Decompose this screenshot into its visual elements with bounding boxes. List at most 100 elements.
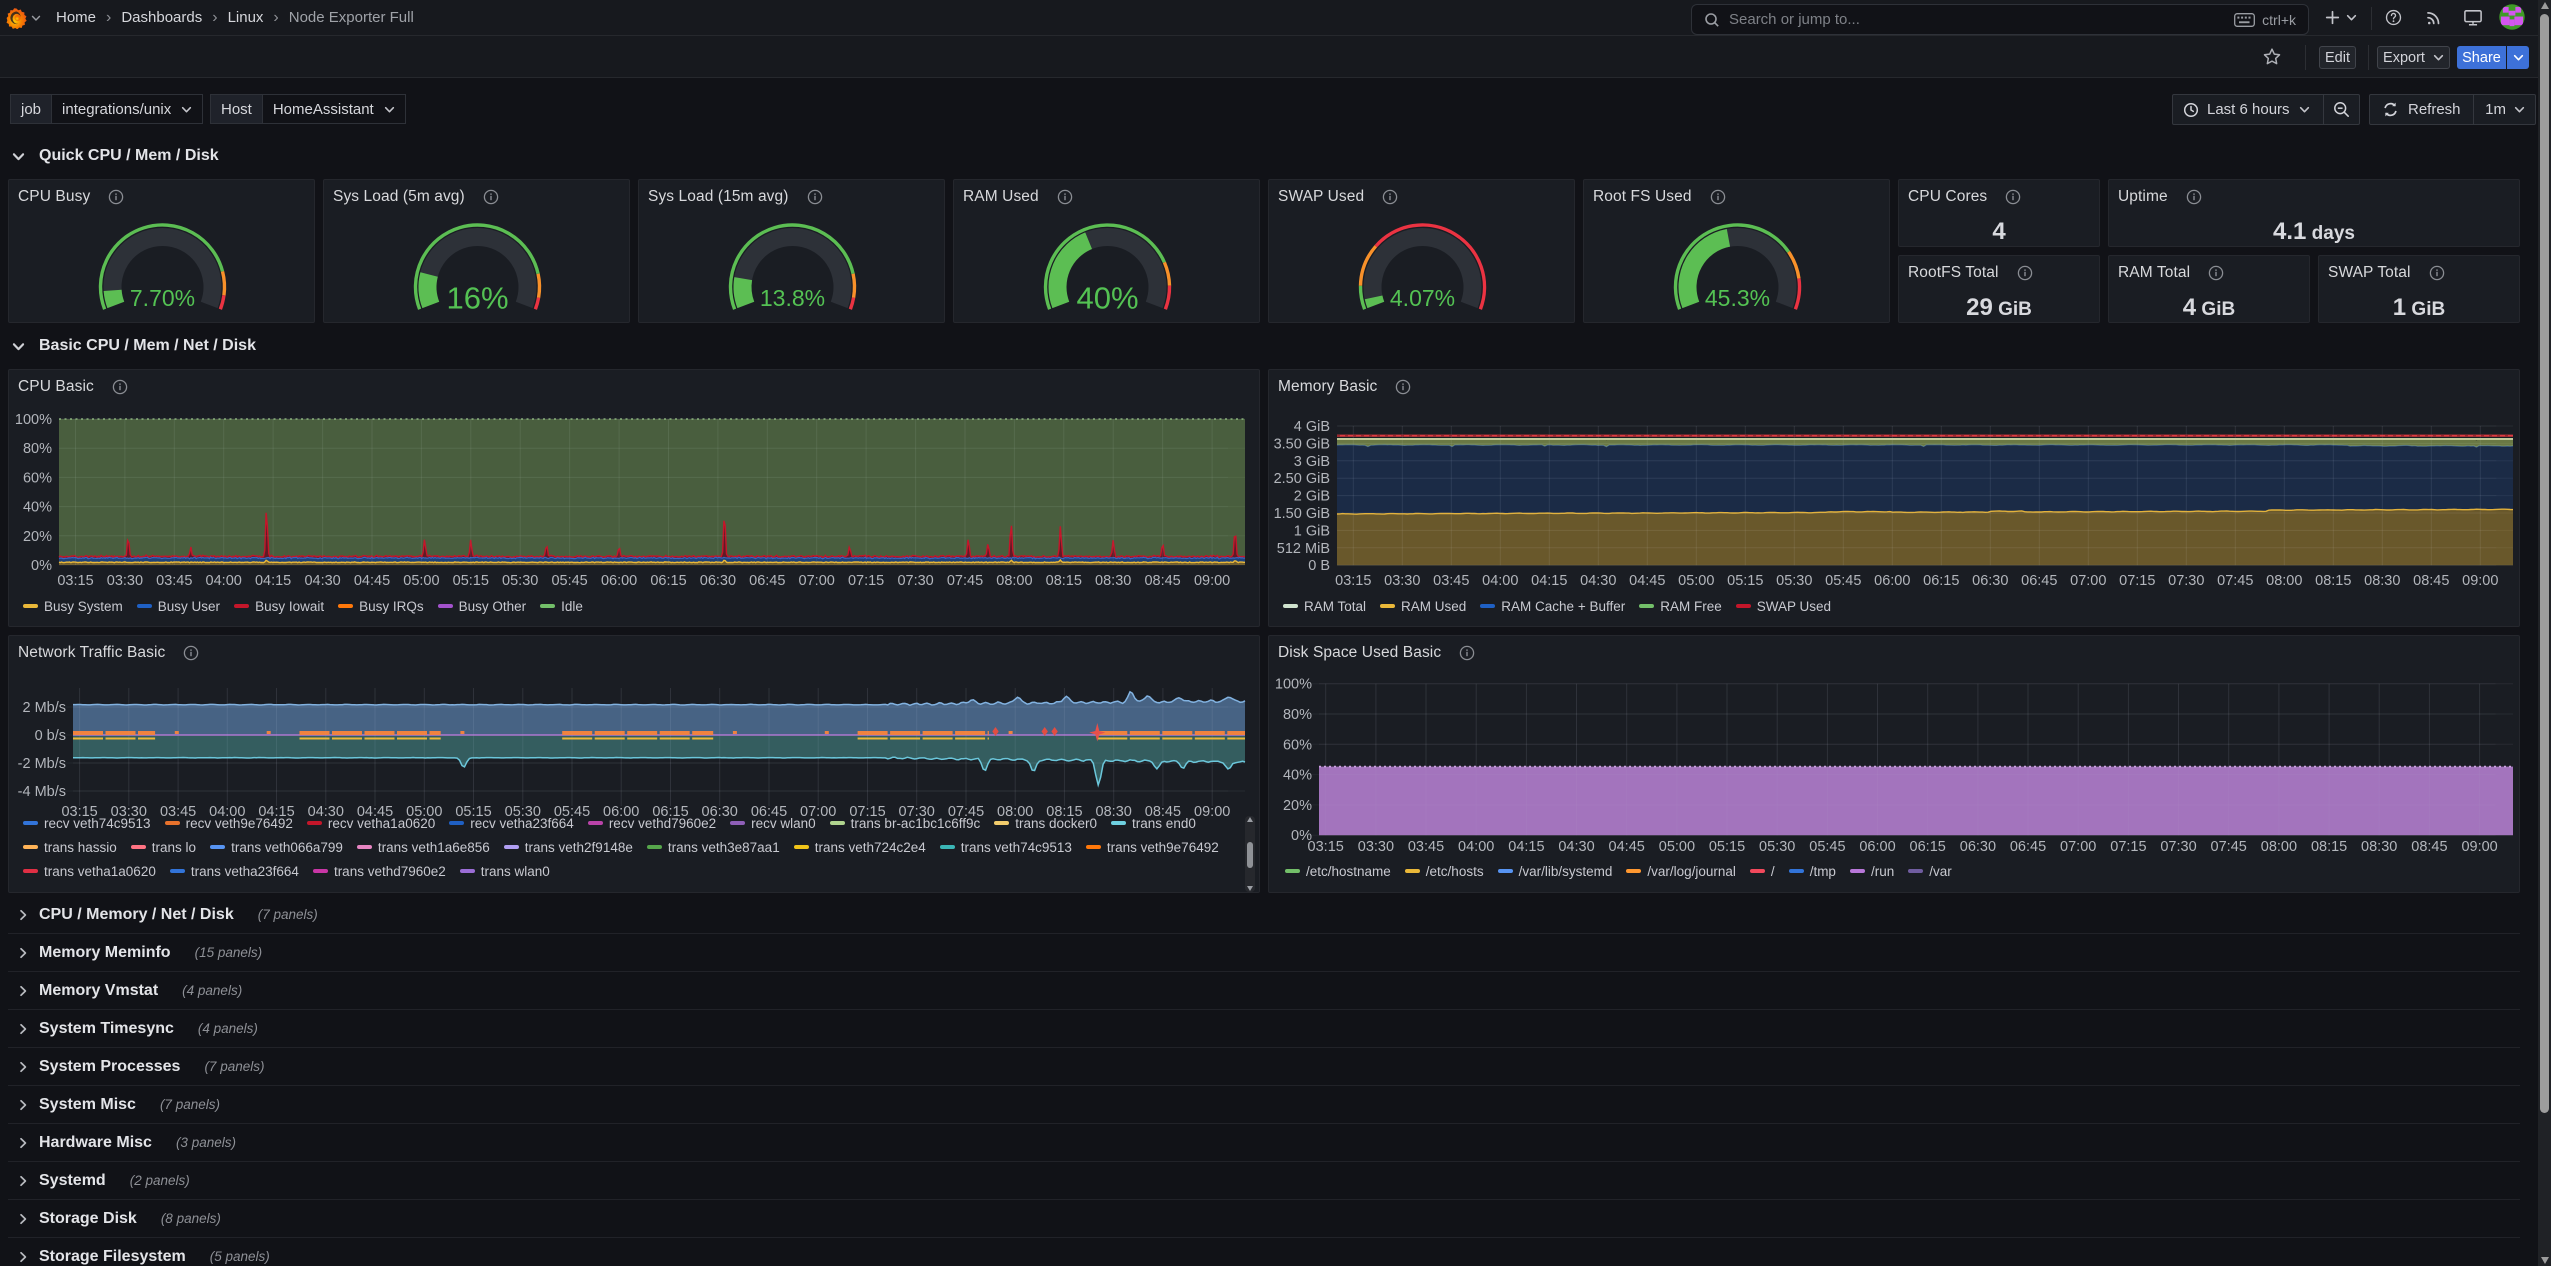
svg-text:512 MiB: 512 MiB (1277, 541, 1330, 557)
svg-text:20%: 20% (23, 529, 52, 545)
svg-text:0 B: 0 B (1308, 558, 1330, 574)
svg-text:05:30: 05:30 (502, 573, 538, 589)
svg-text:08:45: 08:45 (2413, 573, 2449, 589)
svg-text:03:30: 03:30 (107, 573, 143, 589)
svg-text:06:15: 06:15 (1910, 839, 1946, 855)
svg-text:07:45: 07:45 (947, 573, 983, 589)
svg-text:07:15: 07:15 (848, 573, 884, 589)
svg-text:08:30: 08:30 (2364, 573, 2400, 589)
svg-text:05:45: 05:45 (1825, 573, 1861, 589)
svg-text:06:45: 06:45 (749, 573, 785, 589)
svg-text:07:30: 07:30 (2168, 573, 2204, 589)
svg-text:40%: 40% (1283, 768, 1312, 784)
svg-text:05:30: 05:30 (1759, 839, 1795, 855)
svg-text:7.70%: 7.70% (130, 285, 195, 311)
svg-text:09:00: 09:00 (1194, 573, 1230, 589)
svg-text:05:15: 05:15 (1709, 839, 1745, 855)
svg-text:06:30: 06:30 (1960, 839, 1996, 855)
svg-text:08:00: 08:00 (996, 573, 1032, 589)
svg-text:07:30: 07:30 (897, 573, 933, 589)
svg-text:05:45: 05:45 (1809, 839, 1845, 855)
svg-text:2 GiB: 2 GiB (1294, 489, 1330, 505)
svg-text:06:15: 06:15 (650, 573, 686, 589)
svg-text:100%: 100% (1275, 677, 1312, 693)
svg-text:3.50 GiB: 3.50 GiB (1274, 436, 1330, 452)
svg-text:06:30: 06:30 (700, 573, 736, 589)
svg-text:-4 Mb/s: -4 Mb/s (18, 784, 66, 800)
svg-text:08:45: 08:45 (2411, 839, 2447, 855)
svg-text:03:15: 03:15 (57, 573, 93, 589)
svg-text:06:30: 06:30 (1972, 573, 2008, 589)
svg-text:06:00: 06:00 (601, 573, 637, 589)
svg-text:05:45: 05:45 (551, 573, 587, 589)
svg-text:04:00: 04:00 (1458, 839, 1494, 855)
svg-text:07:45: 07:45 (2217, 573, 2253, 589)
svg-text:04:30: 04:30 (1558, 839, 1594, 855)
svg-text:07:15: 07:15 (2119, 573, 2155, 589)
svg-text:45.3%: 45.3% (1705, 285, 1770, 311)
svg-text:03:30: 03:30 (1384, 573, 1420, 589)
svg-text:3 GiB: 3 GiB (1294, 454, 1330, 470)
svg-text:-2 Mb/s: -2 Mb/s (18, 756, 66, 772)
svg-text:05:00: 05:00 (1678, 573, 1714, 589)
svg-text:04:15: 04:15 (1508, 839, 1544, 855)
svg-text:1 GiB: 1 GiB (1294, 523, 1330, 539)
svg-text:20%: 20% (1283, 798, 1312, 814)
svg-text:2 Mb/s: 2 Mb/s (22, 700, 66, 716)
svg-text:2.50 GiB: 2.50 GiB (1274, 471, 1330, 487)
svg-text:06:45: 06:45 (2021, 573, 2057, 589)
svg-text:03:45: 03:45 (156, 573, 192, 589)
svg-text:08:00: 08:00 (2261, 839, 2297, 855)
svg-text:05:30: 05:30 (1776, 573, 1812, 589)
svg-text:06:45: 06:45 (2010, 839, 2046, 855)
svg-text:06:00: 06:00 (1874, 573, 1910, 589)
svg-text:07:30: 07:30 (2160, 839, 2196, 855)
svg-text:04:45: 04:45 (354, 573, 390, 589)
svg-text:0%: 0% (31, 558, 52, 574)
svg-text:4 GiB: 4 GiB (1294, 419, 1330, 435)
svg-text:03:15: 03:15 (1335, 573, 1371, 589)
svg-text:100%: 100% (15, 412, 52, 428)
svg-text:80%: 80% (1283, 707, 1312, 723)
svg-text:09:00: 09:00 (2462, 573, 2498, 589)
svg-text:60%: 60% (23, 470, 52, 486)
svg-text:08:30: 08:30 (1095, 573, 1131, 589)
svg-text:04:00: 04:00 (1482, 573, 1518, 589)
svg-text:04:45: 04:45 (1629, 573, 1665, 589)
svg-text:04:15: 04:15 (255, 573, 291, 589)
svg-text:08:15: 08:15 (1046, 573, 1082, 589)
svg-text:05:00: 05:00 (403, 573, 439, 589)
svg-text:40%: 40% (1076, 281, 1138, 316)
svg-text:07:00: 07:00 (2070, 573, 2106, 589)
svg-text:03:45: 03:45 (1433, 573, 1469, 589)
svg-text:03:45: 03:45 (1408, 839, 1444, 855)
svg-text:04:00: 04:00 (206, 573, 242, 589)
svg-text:08:15: 08:15 (2315, 573, 2351, 589)
svg-text:06:00: 06:00 (1859, 839, 1895, 855)
svg-text:0 b/s: 0 b/s (35, 728, 66, 744)
svg-text:07:15: 07:15 (2110, 839, 2146, 855)
svg-text:03:30: 03:30 (1358, 839, 1394, 855)
svg-text:06:15: 06:15 (1923, 573, 1959, 589)
svg-text:60%: 60% (1283, 737, 1312, 753)
svg-text:05:15: 05:15 (453, 573, 489, 589)
svg-text:16%: 16% (446, 281, 508, 316)
svg-text:40%: 40% (23, 500, 52, 516)
svg-text:08:00: 08:00 (2266, 573, 2302, 589)
svg-text:04:15: 04:15 (1531, 573, 1567, 589)
svg-text:03:15: 03:15 (1308, 839, 1344, 855)
svg-text:4.07%: 4.07% (1390, 285, 1455, 311)
svg-text:07:45: 07:45 (2211, 839, 2247, 855)
svg-text:05:00: 05:00 (1659, 839, 1695, 855)
svg-text:04:30: 04:30 (304, 573, 340, 589)
svg-text:07:00: 07:00 (799, 573, 835, 589)
svg-text:08:15: 08:15 (2311, 839, 2347, 855)
svg-text:08:30: 08:30 (2361, 839, 2397, 855)
svg-text:09:00: 09:00 (2461, 839, 2497, 855)
svg-text:08:45: 08:45 (1144, 573, 1180, 589)
svg-text:80%: 80% (23, 441, 52, 457)
svg-text:13.8%: 13.8% (760, 285, 825, 311)
svg-text:04:30: 04:30 (1580, 573, 1616, 589)
svg-text:05:15: 05:15 (1727, 573, 1763, 589)
svg-text:1.50 GiB: 1.50 GiB (1274, 506, 1330, 522)
